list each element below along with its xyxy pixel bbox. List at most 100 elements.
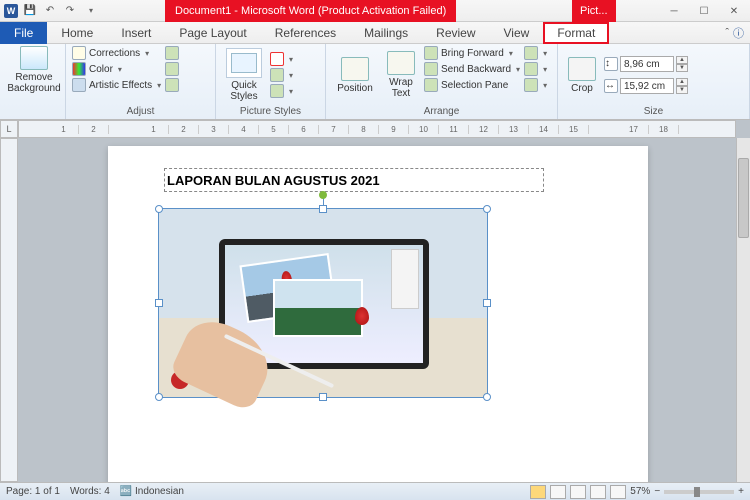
tab-insert[interactable]: Insert [107, 22, 165, 44]
crop-button[interactable]: Crop [564, 57, 600, 94]
align-icon[interactable] [524, 46, 538, 60]
tab-format[interactable]: Format [543, 22, 609, 44]
group-label-background [6, 116, 59, 117]
resize-handle-tr[interactable] [483, 205, 491, 213]
minimize-button[interactable]: ─ [662, 3, 686, 19]
reset-picture-icon[interactable] [165, 78, 179, 92]
remove-background-button[interactable]: Remove Background [6, 46, 62, 94]
title-bar: W 💾 ↶ ↷ Document1 - Microsoft Word (Prod… [0, 0, 750, 22]
bring-forward-button[interactable]: Bring Forward [424, 46, 520, 60]
status-bar: Page: 1 of 1 Words: 4 🔤 Indonesian 57% −… [0, 482, 750, 500]
change-picture-icon[interactable] [165, 62, 179, 76]
crop-label: Crop [571, 83, 593, 94]
help-icon[interactable]: ⓘ [733, 25, 744, 41]
undo-icon[interactable]: ↶ [42, 3, 58, 19]
zoom-out-button[interactable]: − [654, 486, 660, 497]
position-button[interactable]: Position [332, 46, 378, 104]
vertical-ruler[interactable] [0, 138, 18, 482]
tab-review[interactable]: Review [422, 22, 489, 44]
close-button[interactable]: ✕ [722, 3, 746, 19]
color-button[interactable]: Color [72, 62, 161, 76]
tab-mailings[interactable]: Mailings [350, 22, 422, 44]
zoom-slider[interactable] [664, 490, 734, 494]
height-value[interactable]: 8,96 cm [620, 56, 674, 72]
bring-forward-icon [424, 46, 438, 60]
resize-handle-bl[interactable] [155, 393, 163, 401]
status-page[interactable]: Page: 1 of 1 [6, 486, 60, 497]
view-outline[interactable] [590, 485, 606, 499]
width-value[interactable]: 15,92 cm [620, 78, 674, 94]
corrections-button[interactable]: Corrections [72, 46, 161, 60]
view-full-screen[interactable] [550, 485, 566, 499]
resize-handle-br[interactable] [483, 393, 491, 401]
tab-view[interactable]: View [490, 22, 544, 44]
tab-home[interactable]: Home [47, 22, 107, 44]
ruler-corner[interactable]: L [0, 120, 18, 138]
remove-background-label: Remove Background [7, 72, 60, 94]
contextual-tab-group: Pict... [572, 0, 616, 22]
tab-references[interactable]: References [261, 22, 350, 44]
width-input[interactable]: ↔ 15,92 cm ▲▼ [604, 78, 688, 94]
window-title: Document1 - Microsoft Word (Product Acti… [165, 0, 456, 22]
height-down[interactable]: ▼ [676, 64, 688, 72]
status-language[interactable]: 🔤 Indonesian [120, 486, 184, 497]
view-web-layout[interactable] [570, 485, 586, 499]
zoom-in-button[interactable]: + [738, 486, 744, 497]
horizontal-ruler[interactable]: 121234567891011121314151718 [18, 120, 736, 138]
height-input[interactable]: ↕ 8,96 cm ▲▼ [604, 56, 688, 72]
word-icon: W [4, 4, 18, 18]
group-icon[interactable] [524, 62, 538, 76]
group-label-size: Size [564, 105, 743, 117]
rotate-icon[interactable] [524, 78, 538, 92]
save-icon[interactable]: 💾 [22, 3, 38, 19]
picture-effects-icon[interactable] [270, 68, 284, 82]
group-label-picture-styles: Picture Styles [222, 105, 319, 117]
view-draft[interactable] [610, 485, 626, 499]
tab-file[interactable]: File [0, 22, 47, 44]
selection-pane-label: Selection Pane [441, 80, 508, 91]
minimize-ribbon-icon[interactable]: ˆ [725, 27, 729, 39]
vertical-scrollbar[interactable] [736, 138, 750, 482]
resize-handle-t[interactable] [319, 205, 327, 213]
position-icon [341, 57, 369, 81]
compress-icon[interactable] [165, 46, 179, 60]
quick-styles-button[interactable]: Quick Styles [222, 48, 266, 102]
artistic-icon [72, 78, 86, 92]
resize-handle-tl[interactable] [155, 205, 163, 213]
zoom-slider-thumb[interactable] [694, 487, 700, 497]
resize-handle-r[interactable] [483, 299, 491, 307]
zoom-level[interactable]: 57% [630, 486, 650, 497]
ribbon: Remove Background Corrections Color Arti… [0, 44, 750, 120]
page[interactable]: LAPORAN BULAN AGUSTUS 2021 [108, 146, 648, 482]
picture-border-icon[interactable] [270, 52, 284, 66]
bring-forward-label: Bring Forward [441, 48, 504, 59]
width-up[interactable]: ▲ [676, 78, 688, 86]
wrap-text-button[interactable]: Wrap Text [382, 46, 420, 104]
rotate-handle[interactable] [319, 191, 327, 199]
scrollbar-thumb[interactable] [738, 158, 749, 238]
crop-icon [568, 57, 596, 81]
selection-pane-icon [424, 78, 438, 92]
status-words[interactable]: Words: 4 [70, 486, 110, 497]
send-backward-icon [424, 62, 438, 76]
tab-page-layout[interactable]: Page Layout [165, 22, 260, 44]
title-textbox[interactable]: LAPORAN BULAN AGUSTUS 2021 [164, 168, 544, 192]
ribbon-tabs: File Home Insert Page Layout References … [0, 22, 750, 44]
document-area: L 121234567891011121314151718 LAPORAN BU… [0, 120, 750, 482]
selection-pane-button[interactable]: Selection Pane [424, 78, 520, 92]
resize-handle-b[interactable] [319, 393, 327, 401]
corrections-label: Corrections [89, 48, 140, 59]
corrections-icon [72, 46, 86, 60]
qat-customize-icon[interactable] [82, 3, 98, 19]
picture-layout-icon[interactable] [270, 84, 284, 98]
view-print-layout[interactable] [530, 485, 546, 499]
height-up[interactable]: ▲ [676, 56, 688, 64]
redo-icon[interactable]: ↷ [62, 3, 78, 19]
document-viewport[interactable]: LAPORAN BULAN AGUSTUS 2021 [18, 138, 736, 482]
artistic-effects-button[interactable]: Artistic Effects [72, 78, 161, 92]
width-down[interactable]: ▼ [676, 86, 688, 94]
selected-image[interactable] [158, 208, 488, 398]
resize-handle-l[interactable] [155, 299, 163, 307]
maximize-button[interactable]: ☐ [692, 3, 716, 19]
send-backward-button[interactable]: Send Backward [424, 62, 520, 76]
